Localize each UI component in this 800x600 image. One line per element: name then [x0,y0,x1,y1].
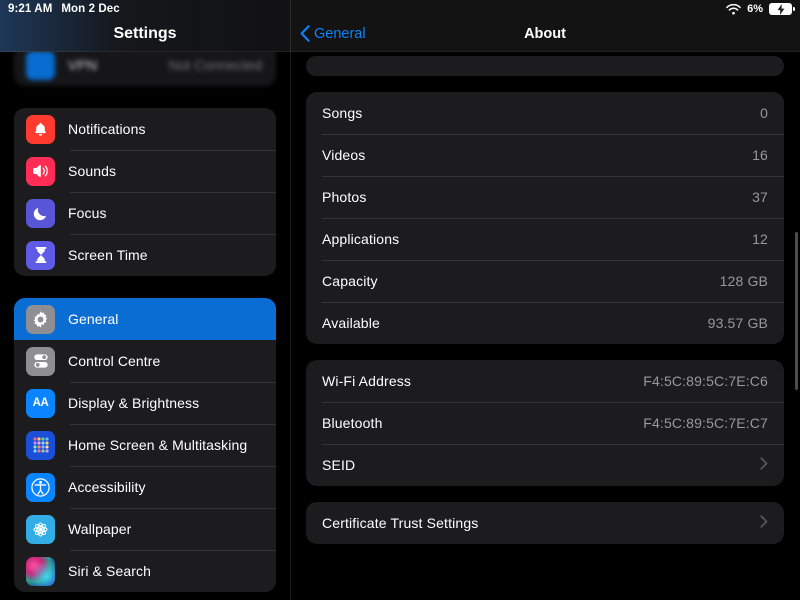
row-value: 37 [752,189,768,205]
sidebar-item-value: Not Connected [168,57,262,73]
row-value: F4:5C:89:5C:7E:C7 [643,415,768,431]
sidebar-item-label: VPN [68,57,98,73]
moon-icon [26,198,55,228]
sidebar-item-notifications[interactable]: Notifications [14,108,276,150]
row-value: F4:5C:89:5C:7E:C6 [643,373,768,389]
chevron-right-icon [760,457,768,473]
about-detail-pane: Songs 0 Videos 16 Photos 37 Applications 12 Capa… [290,0,800,600]
sidebar-item-general[interactable]: General [14,298,276,340]
sidebar-item-label: Notifications [68,121,146,137]
table-row: Bluetooth F4:5C:89:5C:7E:C7 [306,402,784,444]
row-label: Capacity [322,273,378,289]
sidebar-item-control-centre[interactable]: Control Centre [14,340,276,382]
sidebar-item-display-brightness[interactable]: AA Display & Brightness [14,382,276,424]
row-label: SEID [322,457,356,473]
sidebar-item-label: Display & Brightness [68,395,200,411]
detail-group: Songs 0 Videos 16 Photos 37 Applications 12 Capa… [306,92,784,344]
sidebar-item-siri-search[interactable]: Siri & Search [14,550,276,592]
sidebar-header: Settings [0,0,290,52]
gear-icon [26,304,55,334]
sidebar-item-sounds[interactable]: Sounds [14,150,276,192]
table-row: Videos 16 [306,134,784,176]
sidebar-item-label: Accessibility [68,479,146,495]
row-value: 12 [752,231,768,247]
sidebar-group: Notifications Sounds Focus Screen Time [14,108,276,276]
sidebar-item-label: General [68,311,119,327]
sidebar-item-home-screen-multitasking[interactable]: Home Screen & Multitasking [14,424,276,466]
ipad-settings-screen: VPN Not Connected Notifications Sounds Foc… [0,0,800,600]
table-row: Capacity 128 GB [306,260,784,302]
row-label: Photos [322,189,367,205]
table-row: Wi-Fi Address F4:5C:89:5C:7E:C6 [306,360,784,402]
sidebar-group: General Control Centre AA Display & Brightn… [14,298,276,592]
detail-partial-group-above [306,56,784,76]
row-label: Bluetooth [322,415,383,431]
detail-scrollbar[interactable] [795,232,798,390]
row-value: 0 [760,105,768,121]
detail-group: Wi-Fi Address F4:5C:89:5C:7E:C6 Bluetooth F… [306,360,784,486]
row-label: Videos [322,147,366,163]
detail-group: Certificate Trust Settings [306,502,784,544]
pane-divider [289,0,290,600]
speaker-icon [26,156,55,186]
page-title: Settings [113,25,177,42]
row-label: Applications [322,231,400,247]
sidebar-item-wallpaper[interactable]: Wallpaper [14,508,276,550]
settings-sidebar: VPN Not Connected Notifications Sounds Foc… [0,0,290,600]
sidebar-item-accessibility[interactable]: Accessibility [14,466,276,508]
table-row: Photos 37 [306,176,784,218]
bell-icon [26,114,55,144]
row-value: 16 [752,147,768,163]
row-label: Certificate Trust Settings [322,515,479,531]
sidebar-item-screen-time[interactable]: Screen Time [14,234,276,276]
detail-header: General About [290,0,800,52]
row-label: Available [322,315,380,331]
table-row[interactable]: Certificate Trust Settings [306,502,784,544]
detail-title: About [524,26,566,42]
siri-orb-icon [26,556,55,586]
table-row: Applications 12 [306,218,784,260]
sidebar-item-label: Home Screen & Multitasking [68,437,248,453]
table-row: Available 93.57 GB [306,302,784,344]
hourglass-icon [26,240,55,270]
sidebar-item-label: Focus [68,205,107,221]
sidebar-item-label: Screen Time [68,247,148,263]
row-label: Songs [322,105,363,121]
sliders-icon [26,346,55,376]
sidebar-item-label: Siri & Search [68,563,151,579]
sidebar-scroll-area[interactable]: VPN Not Connected Notifications Sounds Foc… [0,0,290,600]
text-size-icon: AA [26,388,55,418]
sidebar-item-label: Control Centre [68,353,161,369]
flower-icon [26,514,55,544]
sidebar-item-focus[interactable]: Focus [14,192,276,234]
table-row[interactable]: SEID [306,444,784,486]
row-value: 93.57 GB [707,315,768,331]
row-value: 128 GB [719,273,768,289]
table-row: Songs 0 [306,92,784,134]
sidebar-item-label: Wallpaper [68,521,132,537]
sidebar-item-label: Sounds [68,163,117,179]
app-grid-icon [26,430,55,460]
chevron-right-icon [760,515,768,531]
accessibility-icon [26,472,55,502]
row-label: Wi-Fi Address [322,373,412,389]
vpn-icon [26,50,55,80]
